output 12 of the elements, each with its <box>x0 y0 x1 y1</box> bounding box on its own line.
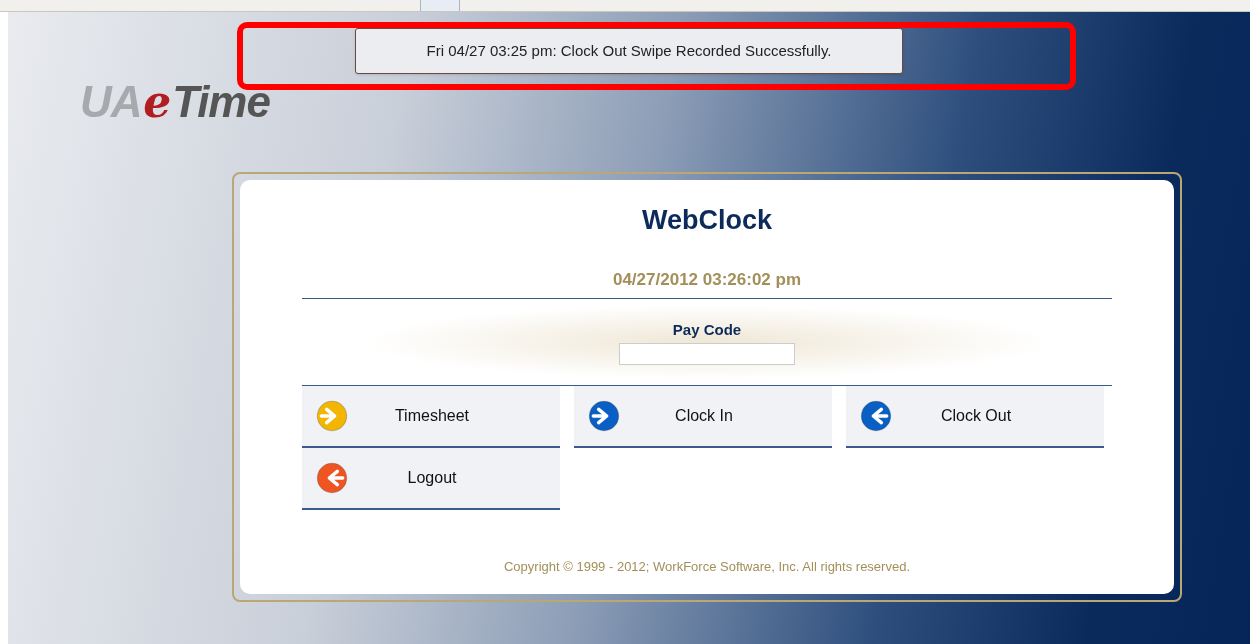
pay-code-field[interactable] <box>619 343 795 366</box>
copyright-text: Copyright © 1999 - 2012; WorkForce Software, Inc. All rights reserved. <box>504 557 910 576</box>
action-button[interactable]: Clock Out <box>846 386 1104 448</box>
action-button[interactable]: Clock In <box>574 386 832 448</box>
pay-code-label: Pay Code <box>672 319 742 340</box>
current-datetime: 04/27/2012 03:26:02 pm <box>612 268 802 291</box>
action-button[interactable]: Logout <box>302 448 560 510</box>
logo: UAeTime <box>80 80 270 124</box>
action-button[interactable]: Timesheet <box>302 386 560 448</box>
browser-tab[interactable] <box>420 0 460 11</box>
notification-toast: Fri 04/27 03:25 pm: Clock Out Swipe Recorded Successfully. <box>355 28 903 74</box>
page-title: WebClock <box>642 204 772 237</box>
